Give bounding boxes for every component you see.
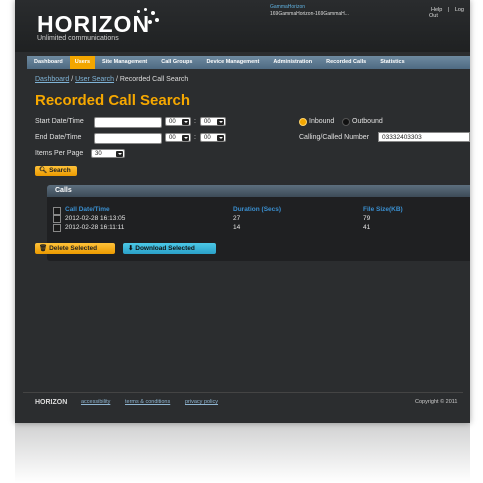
chevron-down-icon [182,119,189,125]
header: HORIZON Unlimited communications GammaHo… [15,0,470,52]
delete-selected-button[interactable]: 🗑︎ Delete Selected [35,243,115,254]
download-selected-label: Download Selected [135,245,195,252]
user-name: GammaHorizon [270,4,306,10]
select-all-checkbox[interactable] [53,207,61,215]
nav-recorded-calls[interactable]: Recorded Calls [319,56,373,69]
end-hour-select[interactable]: 00 [165,133,191,142]
calling-number-label: Calling/Called Number [299,134,370,141]
logo-dots-icon [133,8,163,30]
row-duration: 14 [233,224,241,231]
download-selected-button[interactable]: ⬇︎ Download Selected [123,243,216,254]
nav-administration[interactable]: Administration [266,56,319,69]
calling-number-input[interactable]: 03332403303 [378,132,470,142]
breadcrumb-current: Recorded Call Search [119,76,189,83]
user-site: 169GammaHorizon-169GammaH... [270,11,349,17]
top-links: Help | Log Out [429,7,470,19]
end-date-input[interactable] [94,133,162,144]
end-minute-value: 00 [204,135,211,141]
start-hour-value: 00 [169,119,176,125]
search-button[interactable]: 🔍︎ Search [35,166,77,176]
time-colon: : [194,118,196,125]
start-minute-select[interactable]: 00 [200,117,226,126]
footer-divider [23,392,463,393]
row-datetime: 2012-02-28 16:13:05 [65,215,126,222]
nav-dashboard[interactable]: Dashboard [27,56,70,69]
row-size: 41 [363,224,371,231]
footer-logo[interactable]: HORIZON [35,399,67,406]
chevron-down-icon [217,119,224,125]
page-title: Recorded Call Search [35,92,191,109]
breadcrumb-dashboard[interactable]: Dashboard [35,76,69,83]
end-date-label: End Date/Time [35,134,82,141]
outbound-label: Outbound [352,118,383,125]
copyright: Copyright © 2011 [415,399,458,405]
start-minute-value: 00 [204,119,211,125]
nav-statistics[interactable]: Statistics [373,56,411,69]
row-checkbox[interactable] [53,215,61,223]
footer-link-privacy[interactable]: privacy policy [185,399,218,405]
row-size: 79 [363,215,371,222]
items-per-page-value: 30 [95,151,102,157]
end-hour-value: 00 [169,135,176,141]
column-call-datetime[interactable]: Call Date/Time [65,206,110,213]
time-colon: : [194,134,196,141]
nav-device-management[interactable]: Device Management [199,56,266,69]
outbound-radio[interactable] [342,118,350,126]
column-duration[interactable]: Duration (Secs) [233,206,281,213]
column-file-size[interactable]: File Size(KB) [363,206,403,213]
nav-users[interactable]: Users [69,56,96,69]
footer-link-terms[interactable]: terms & conditions [125,399,170,405]
tagline: Unlimited communications [37,35,119,42]
start-date-label: Start Date/Time [35,118,84,125]
end-minute-select[interactable]: 00 [200,133,226,142]
calls-panel-title: Calls [47,185,470,197]
user-info: GammaHorizon 169GammaHorizon-169GammaH..… [270,4,349,18]
footer-link-accessibility[interactable]: accessibility [81,399,110,405]
delete-selected-label: Delete Selected [49,245,98,252]
reflection [15,423,470,483]
items-per-page-select[interactable]: 30 [91,149,125,158]
nav-site-management[interactable]: Site Management [95,56,154,69]
row-duration: 27 [233,215,241,222]
inbound-radio[interactable] [299,118,307,126]
row-checkbox[interactable] [53,224,61,232]
search-icon: 🔍︎ [39,167,48,174]
nav-call-groups[interactable]: Call Groups [154,56,199,69]
trash-icon: 🗑︎ [39,245,48,252]
app-window: HORIZON Unlimited communications GammaHo… [15,0,470,423]
top-links-separator: | [447,7,450,13]
breadcrumb: Dashboard / User Search / Recorded Call … [35,76,188,83]
inbound-label: Inbound [309,118,335,125]
chevron-down-icon [182,135,189,141]
start-date-input[interactable] [94,117,162,128]
main-nav: Dashboard Users Site Management Call Gro… [27,56,470,69]
search-button-label: Search [49,167,71,174]
chevron-down-icon [217,135,224,141]
items-per-page-label: Items Per Page [35,150,84,157]
chevron-down-icon [116,151,123,157]
start-hour-select[interactable]: 00 [165,117,191,126]
download-arrow-icon: ⬇︎ [128,245,134,252]
breadcrumb-user-search[interactable]: User Search [75,76,114,83]
row-datetime: 2012-02-28 16:11:11 [65,224,125,231]
